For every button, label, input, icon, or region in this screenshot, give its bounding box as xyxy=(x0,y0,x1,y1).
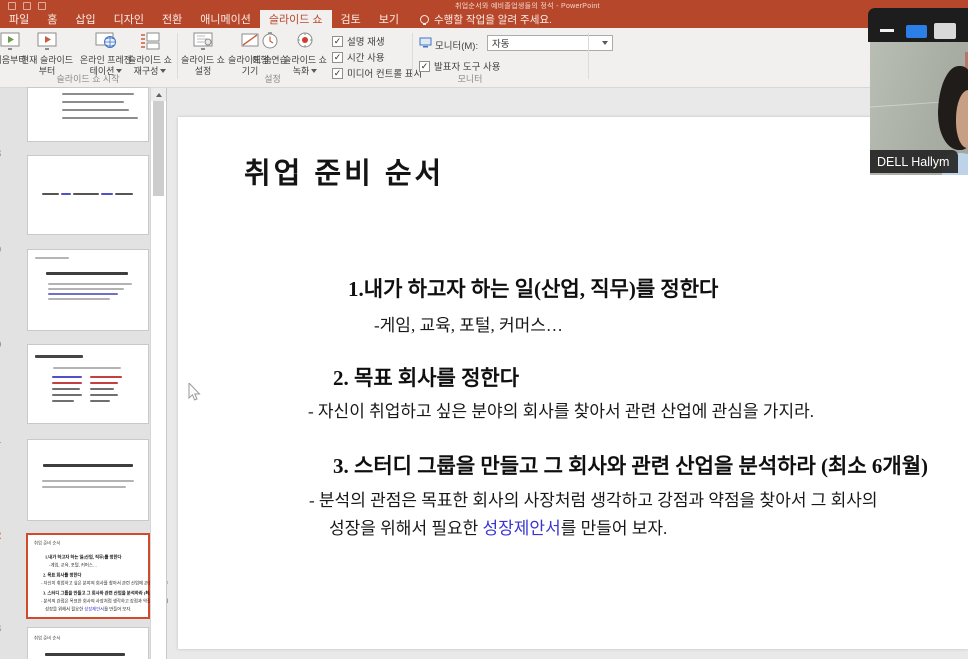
checkbox-label: 시간 사용 xyxy=(347,50,385,64)
custom-show-icon xyxy=(124,31,176,53)
webcam-control-bar xyxy=(868,8,968,42)
slide-thumbnail-11[interactable] xyxy=(28,440,148,520)
group-separator xyxy=(588,33,589,79)
slide-item-2-heading[interactable]: 2. 목표 회사를 정한다 xyxy=(333,362,519,392)
quick-access-toolbar xyxy=(8,2,46,10)
tab-file[interactable]: 파일 xyxy=(0,10,38,28)
tab-insert[interactable]: 삽입 xyxy=(66,10,104,28)
tab-transitions[interactable]: 전환 xyxy=(153,10,191,28)
monitor-select[interactable]: 자동 xyxy=(487,35,613,51)
mouse-cursor-icon xyxy=(188,383,203,408)
webcam-blue-button-icon[interactable] xyxy=(906,25,927,38)
slide-item-3-heading[interactable]: 3. 스터디 그룹을 만들고 그 회사와 관련 산업을 분석하라 (최소 6개월… xyxy=(333,450,928,480)
group-separator xyxy=(177,33,178,79)
record-icon xyxy=(282,31,328,53)
scrollbar-thumb[interactable] xyxy=(153,101,164,196)
slide-number: 8 xyxy=(0,148,9,160)
lightbulb-icon xyxy=(420,15,429,24)
slide-item-2-sub[interactable]: - 자신이 취업하고 싶은 분야의 회사를 찾아서 관련 산업에 관심을 가지라… xyxy=(308,397,814,422)
checkbox-label: 발표자 도구 사용 xyxy=(434,59,500,73)
tab-home[interactable]: 홈 xyxy=(38,10,66,28)
group-label-set-up: 설정 xyxy=(180,72,365,85)
slide-number: 9 xyxy=(0,244,9,256)
checkbox-checked-icon: ✓ xyxy=(332,52,343,63)
scroll-up-arrow-icon[interactable] xyxy=(151,88,166,101)
webcam-gray-button-icon[interactable] xyxy=(934,23,956,39)
monitor-select-value: 자동 xyxy=(492,36,509,50)
slide-item-3-sub-line2[interactable]: 성장을 위해서 필요한 성장제안서를 만들어 보자. xyxy=(329,514,667,539)
use-timings-checkbox[interactable]: ✓ 시간 사용 xyxy=(332,50,385,64)
slide-thumbnail-panel: 8 9 0 xyxy=(0,88,150,659)
from-current-slide-button[interactable]: 현재 슬라이드부터 xyxy=(20,31,74,77)
monitor-icon xyxy=(419,37,432,51)
slide-number: 0 xyxy=(0,339,9,351)
mini-slide-title: 취업 준비 순서 xyxy=(34,635,60,641)
redo-icon[interactable] xyxy=(38,2,46,10)
tab-animations[interactable]: 애니메이션 xyxy=(191,10,260,28)
ribbon-tab-row: 파일 홈 삽입 디자인 전환 애니메이션 슬라이드 쇼 검토 보기 수행할 작업… xyxy=(0,10,968,28)
save-icon[interactable] xyxy=(8,2,16,10)
hyperlink-text[interactable]: 성장제안서 xyxy=(483,519,561,538)
play-narrations-checkbox[interactable]: ✓ 설명 재생 xyxy=(332,34,385,48)
slide-number-selected: 2 xyxy=(0,530,9,542)
use-presenter-view-checkbox[interactable]: ✓ 발표자 도구 사용 xyxy=(419,59,500,73)
group-label-monitors: 모니터 xyxy=(415,72,525,85)
wall-line xyxy=(870,101,946,108)
slide-number: 3 xyxy=(0,623,9,635)
set-up-slide-show-button[interactable]: 슬라이드 쇼 설정 xyxy=(180,31,226,77)
undo-icon[interactable] xyxy=(23,2,31,10)
slide-thumbnail-8[interactable] xyxy=(28,156,148,234)
tab-review[interactable]: 검토 xyxy=(332,10,370,28)
custom-slide-show-button[interactable]: 슬라이드 쇼 재구성 xyxy=(124,31,176,77)
play-from-current-icon xyxy=(20,31,74,53)
ribbon: 처음부터 현재 슬라이드부터 온라인 프레젠테이션 슬라이드 쇼 재구성 슬라이… xyxy=(0,28,968,88)
slide-thumbnail-13[interactable]: 취업 준비 순서 xyxy=(28,628,148,659)
thumbnail-scrollbar[interactable] xyxy=(150,88,167,659)
slide-item-1-sub[interactable]: -게임, 교육, 포털, 커머스… xyxy=(374,311,563,336)
slide-thumbnail-12-selected[interactable]: 취업 준비 순서 1.내가 하고자 하는 일(산업, 직무)를 정한다 -게임,… xyxy=(28,535,148,617)
slide-item-1-heading[interactable]: 1.내가 하고자 하는 일(산업, 직무)를 정한다 xyxy=(348,273,718,303)
group-separator xyxy=(412,33,413,79)
mini-slide-title: 취업 준비 순서 xyxy=(34,540,60,546)
webcam-video-feed: DELL Hallym xyxy=(870,42,968,175)
tell-me-label: 수행할 작업을 알려 주세요. xyxy=(434,12,552,27)
slide-thumbnail-7-partial[interactable] xyxy=(28,88,148,141)
participant-name-badge: DELL Hallym xyxy=(870,150,958,173)
tab-design[interactable]: 디자인 xyxy=(105,10,153,28)
minimize-icon[interactable] xyxy=(880,29,894,32)
tell-me-box[interactable]: 수행할 작업을 알려 주세요. xyxy=(408,10,552,28)
dropdown-caret-icon xyxy=(602,41,608,45)
tab-view[interactable]: 보기 xyxy=(370,10,408,28)
checkbox-label: 설명 재생 xyxy=(347,34,385,48)
webcam-overlay-window[interactable]: DELL Hallym xyxy=(868,8,968,175)
checkbox-checked-icon: ✓ xyxy=(332,36,343,47)
slide-item-3-sub-line1[interactable]: - 분석의 관점은 목표한 회사의 사장처럼 생각하고 강점과 약점을 찾아서 … xyxy=(309,486,878,511)
slide-title[interactable]: 취업 준비 순서 xyxy=(244,150,444,192)
current-slide-canvas[interactable]: 취업 준비 순서 1.내가 하고자 하는 일(산업, 직무)를 정한다 -게임,… xyxy=(178,117,968,649)
slide-number: 1 xyxy=(0,434,9,446)
title-bar: 취업순서와 예비졸업생들의 정석 - PowerPoint xyxy=(0,0,968,10)
record-slide-show-button[interactable]: 슬라이드 쇼 녹화 xyxy=(282,31,328,77)
tab-slide-show[interactable]: 슬라이드 쇼 xyxy=(260,10,332,28)
checkbox-checked-icon: ✓ xyxy=(419,61,430,72)
sub-text: 를 만들어 보자. xyxy=(561,519,668,538)
slide-thumbnail-9[interactable] xyxy=(28,250,148,330)
sub-text: 성장을 위해서 필요한 xyxy=(329,519,483,538)
powerpoint-window: 취업순서와 예비졸업생들의 정석 - PowerPoint 파일 홈 삽입 디자… xyxy=(0,0,968,659)
slide-thumbnail-10[interactable] xyxy=(28,345,148,423)
setup-show-icon xyxy=(180,31,226,53)
group-label-start-slide-show: 슬라이드 쇼 시작 xyxy=(0,72,176,85)
monitor-dropdown-label: 모니터(M): xyxy=(435,38,478,52)
